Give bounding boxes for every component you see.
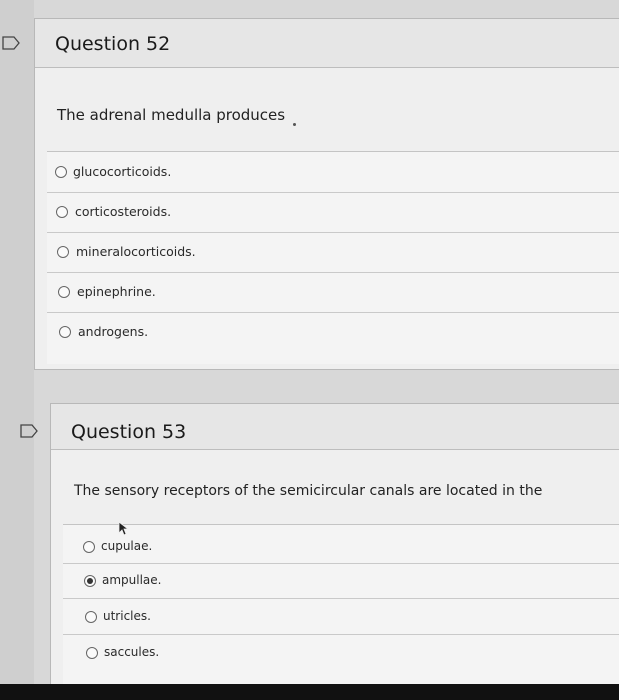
- option-mineralocorticoids[interactable]: mineralocorticoids.: [47, 232, 619, 273]
- option-label: androgens.: [78, 324, 149, 339]
- answer-options-53: cupulae. ampullae. utricles. saccules.: [63, 524, 619, 700]
- question-text: The sensory receptors of the semicircula…: [74, 483, 543, 499]
- bottom-edge: [0, 684, 619, 700]
- quiz-screen: Question 52 The adrenal medulla produces…: [0, 0, 619, 700]
- option-androgens[interactable]: androgens.: [47, 312, 619, 352]
- option-label: ampullae.: [102, 573, 162, 587]
- radio-button[interactable]: [84, 575, 96, 587]
- question-card-53: Question 53 The sensory receptors of the…: [50, 403, 619, 700]
- option-label: cupulae.: [101, 539, 153, 553]
- answer-options-52: glucocorticoids. corticosteroids. minera…: [47, 151, 619, 364]
- option-cupulae[interactable]: cupulae.: [63, 525, 619, 564]
- option-saccules[interactable]: saccules.: [63, 634, 619, 670]
- option-epinephrine[interactable]: epinephrine.: [47, 272, 619, 313]
- radio-button[interactable]: [86, 647, 98, 659]
- option-label: epinephrine.: [77, 284, 156, 299]
- flag-icon[interactable]: [20, 424, 38, 438]
- option-utricles[interactable]: utricles.: [63, 598, 619, 635]
- option-label: corticosteroids.: [75, 204, 172, 219]
- option-glucocorticoids[interactable]: glucocorticoids.: [47, 152, 619, 193]
- question-title: Question 52: [55, 33, 171, 55]
- radio-button[interactable]: [55, 166, 67, 178]
- option-corticosteroids[interactable]: corticosteroids.: [47, 192, 619, 233]
- option-label: glucocorticoids.: [73, 164, 172, 179]
- option-label: saccules.: [104, 645, 160, 659]
- radio-button[interactable]: [58, 286, 70, 298]
- mouse-pointer-icon: [118, 521, 130, 536]
- radio-button[interactable]: [59, 326, 71, 338]
- radio-button[interactable]: [83, 541, 95, 553]
- left-gutter: [0, 0, 34, 700]
- radio-button[interactable]: [57, 246, 69, 258]
- radio-button[interactable]: [85, 611, 97, 623]
- dot-mark: [293, 123, 296, 126]
- option-ampullae[interactable]: ampullae.: [63, 563, 619, 599]
- question-header: Question 52: [35, 19, 619, 68]
- question-text: The adrenal medulla produces: [57, 106, 286, 124]
- question-header: Question 53: [51, 404, 619, 450]
- option-label: utricles.: [103, 609, 151, 623]
- flag-icon[interactable]: [2, 36, 20, 50]
- option-label: mineralocorticoids.: [76, 244, 196, 259]
- radio-button[interactable]: [56, 206, 68, 218]
- question-card-52: Question 52 The adrenal medulla produces…: [34, 18, 619, 370]
- question-title: Question 53: [71, 421, 187, 443]
